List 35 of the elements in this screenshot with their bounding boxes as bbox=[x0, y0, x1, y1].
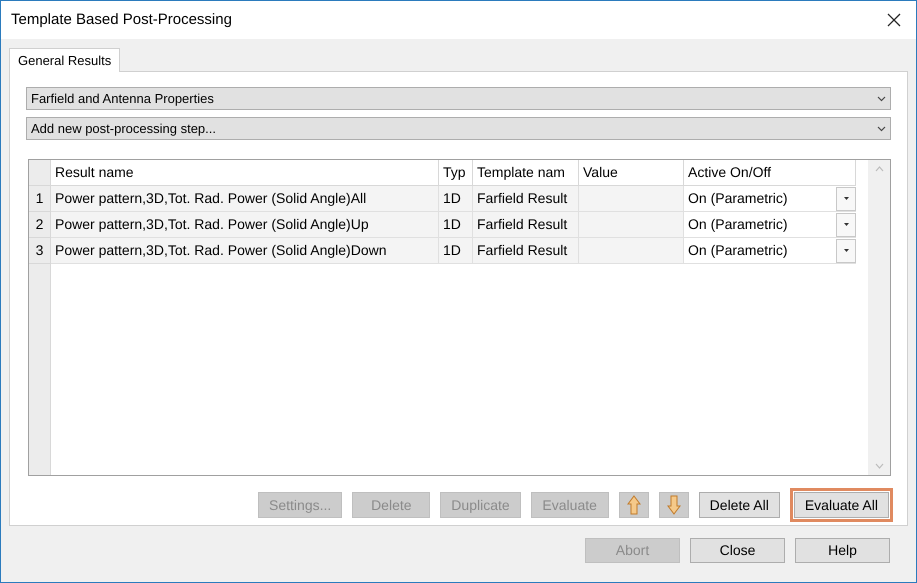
table-cell: 1D bbox=[439, 186, 473, 212]
dropdown[interactable]: Add new post-processing step... bbox=[26, 117, 891, 140]
row-number: 2 bbox=[29, 212, 51, 238]
dialog-button[interactable]: Close bbox=[690, 538, 785, 563]
table-cell: 1D bbox=[439, 212, 473, 238]
active-select[interactable]: On (Parametric) bbox=[684, 212, 856, 238]
row-number: 1 bbox=[29, 186, 51, 212]
dropdown-caret-icon bbox=[877, 126, 886, 132]
dropdown-caret-icon bbox=[877, 96, 886, 102]
caret-icon bbox=[844, 197, 848, 200]
table-cell: Power pattern,3D,Tot. Rad. Power (Solid Angle)All bbox=[51, 186, 439, 212]
caret-icon bbox=[844, 223, 848, 226]
action-button[interactable]: Evaluate All bbox=[794, 492, 889, 518]
table-cell: Farfield Result bbox=[473, 238, 579, 264]
scroll-up-icon[interactable] bbox=[874, 166, 884, 172]
scrollbar[interactable] bbox=[868, 160, 890, 475]
table-cell: Power pattern,3D,Tot. Rad. Power (Solid Angle)Down bbox=[51, 238, 439, 264]
table-cell: Power pattern,3D,Tot. Rad. Power (Solid Angle)Up bbox=[51, 212, 439, 238]
active-select[interactable]: On (Parametric) bbox=[684, 238, 856, 264]
caret-icon bbox=[844, 249, 848, 252]
row-number: 3 bbox=[29, 238, 51, 264]
scroll-down-icon[interactable] bbox=[874, 463, 884, 469]
table-cell: 1D bbox=[439, 238, 473, 264]
active-select[interactable]: On (Parametric) bbox=[684, 186, 856, 212]
down-arrow-icon bbox=[666, 495, 681, 515]
tab[interactable]: General Results bbox=[9, 48, 120, 72]
table-cell: Farfield Result bbox=[473, 186, 579, 212]
window-title: Template Based Post-Processing bbox=[11, 10, 232, 30]
corner-header bbox=[29, 160, 51, 186]
dropdown[interactable]: Farfield and Antenna Properties bbox=[26, 87, 891, 110]
dialog-button[interactable]: Help bbox=[795, 538, 890, 563]
action-button[interactable]: Delete All bbox=[698, 492, 780, 518]
table-cell: Farfield Result bbox=[473, 212, 579, 238]
close-icon[interactable] bbox=[886, 12, 902, 28]
up-arrow-icon bbox=[626, 495, 641, 515]
